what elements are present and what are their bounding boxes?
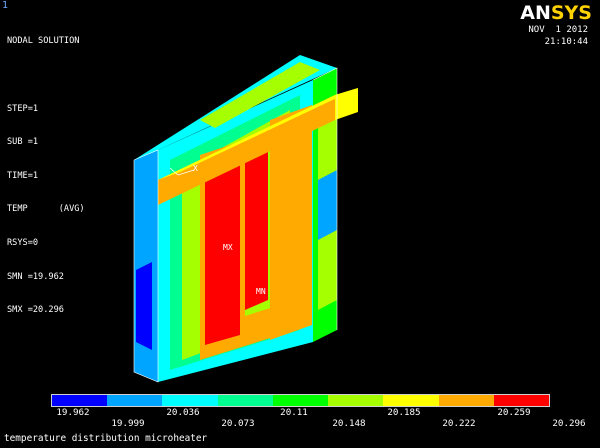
legend-tick: 20.073 <box>221 418 255 429</box>
legend-tick: 20.148 <box>332 418 366 429</box>
back-plate-left-cool <box>136 262 152 350</box>
legend-tick: 20.259 <box>497 407 531 418</box>
crossbar-end <box>335 88 358 120</box>
legend-tick: 20.296 <box>552 418 586 429</box>
legend-tick: 20.036 <box>166 407 200 418</box>
axis-label-x: X <box>193 164 198 173</box>
legend-tick: 19.962 <box>56 407 90 418</box>
max-marker: MX <box>223 243 233 252</box>
back-plate-right-cool <box>318 170 337 240</box>
min-marker: MN <box>256 287 266 296</box>
legend-tick: 19.999 <box>111 418 145 429</box>
legend-tick: 20.11 <box>280 407 308 418</box>
hot-core-left <box>205 162 240 345</box>
legend-tick: 20.222 <box>442 418 476 429</box>
plot-caption: temperature distribution microheater <box>4 433 208 444</box>
legend-ticks: 19.962 20.036 20.11 20.185 20.259 19.999… <box>0 404 600 430</box>
legend-tick: 20.185 <box>387 407 421 418</box>
heater-model-view[interactable] <box>0 0 600 390</box>
